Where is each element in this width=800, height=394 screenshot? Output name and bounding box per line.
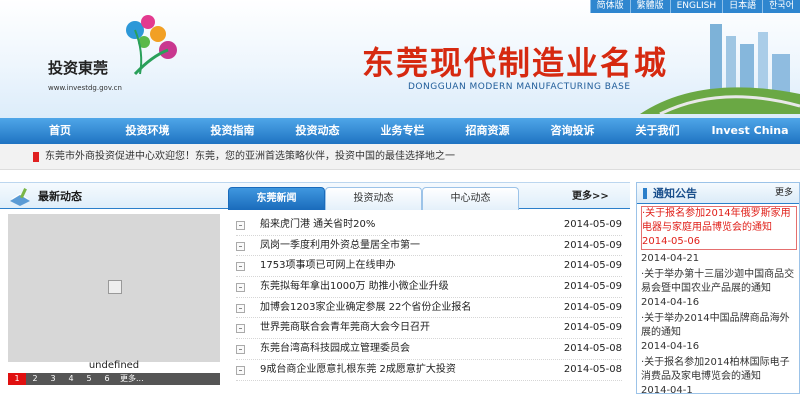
lang-traditional[interactable]: 繁體版	[629, 0, 670, 13]
notice-item[interactable]: ·关于报名参加2014柏林国际电子消费品及家电博览会的通知 2014-04-1	[641, 356, 799, 394]
book-icon	[10, 188, 30, 206]
news-item-date: 2014-05-09	[563, 281, 622, 293]
banner-slogan-en: DONGGUAN MODERN MANUFACTURING BASE	[408, 82, 631, 92]
news-item[interactable]: 东莞拟每年拿出1000万 助推小微企业升级 2014-05-09	[236, 277, 622, 298]
notice-item-date: 2014-04-1	[641, 385, 693, 394]
notice-more-link[interactable]: 更多	[775, 183, 793, 204]
broken-image-icon	[108, 280, 122, 294]
pager-page-6[interactable]: 6	[98, 373, 116, 385]
notice-item[interactable]: ·关于举办2014中国品牌商品海外展的通知 2014-04-16	[641, 312, 799, 354]
pager-page-5[interactable]: 5	[80, 373, 98, 385]
city-skyline-image	[640, 24, 800, 114]
photo-pager: 1 2 3 4 5 6 更多...	[8, 373, 220, 385]
news-item[interactable]: 1753项事项已可网上在线申办 2014-05-09	[236, 256, 622, 278]
news-item-title[interactable]: 船来虎门港 通关省时20%	[260, 215, 375, 235]
news-item-title[interactable]: 东莞台湾高科技园成立管理委员会	[260, 339, 410, 359]
nav-investment-news[interactable]: 投资动态	[275, 118, 360, 144]
news-item[interactable]: 9成台商企业愿意扎根东莞 2成愿意扩大投资 2014-05-08	[236, 360, 622, 381]
notice-item-date: 2014-04-21	[641, 253, 700, 264]
bullet-box-icon	[236, 303, 245, 313]
welcome-ticker: 东莞市外商投资促进中心欢迎您！东莞，您的亚洲首选策略伙伴，投资中国的最佳选择地之…	[0, 144, 800, 170]
news-item[interactable]: 船来虎门港 通关省时20% 2014-05-09	[236, 215, 622, 236]
pager-page-4[interactable]: 4	[62, 373, 80, 385]
bullet-box-icon	[236, 345, 245, 355]
news-item-date: 2014-05-08	[563, 363, 622, 375]
notice-item-text[interactable]: ·关于报名参加2014柏林国际电子消费品及家电博览会的通知	[641, 357, 790, 382]
news-header: 最新动态 东莞新闻 投资动态 中心动态 更多>>	[0, 182, 630, 210]
news-photo[interactable]	[8, 214, 220, 362]
notice-item-date: 2014-05-06	[642, 236, 701, 247]
logo-name: 投资東莞	[48, 59, 109, 77]
lang-korean[interactable]: 한국어	[762, 0, 800, 13]
main-nav: 首页 投资环境 投资指南 投资动态 业务专栏 招商资源 咨询投诉 关于我们 In…	[0, 118, 800, 144]
bullet-box-icon	[236, 324, 245, 334]
news-item[interactable]: 世界莞商联合会青年莞商大会今日召开 2014-05-09	[236, 318, 622, 340]
notice-item-text[interactable]: ·关于报名参加2014年俄罗斯家用电器与家庭用品博览会的通知	[642, 208, 791, 233]
news-item-title[interactable]: 东莞拟每年拿出1000万 助推小微企业升级	[260, 277, 449, 297]
bullet-box-icon	[236, 221, 245, 230]
tab-investment-news[interactable]: 投资动态	[325, 187, 422, 210]
news-item[interactable]: 凤岗一季度利用外资总量居全市第一 2014-05-09	[236, 236, 622, 257]
news-item-date: 2014-05-09	[563, 219, 622, 230]
pager-more[interactable]: 更多...	[116, 373, 144, 385]
logo-url: www.investdg.gov.cn	[48, 84, 122, 92]
notice-item-date: 2014-04-16	[641, 297, 700, 308]
bullet-box-icon	[236, 241, 245, 251]
news-item-title[interactable]: 凤岗一季度利用外资总量居全市第一	[260, 236, 420, 256]
notice-item[interactable]: 2014-04-21	[641, 252, 799, 266]
pager-page-2[interactable]: 2	[26, 373, 44, 385]
notice-marker-icon	[643, 188, 647, 199]
news-panel: 最新动态 东莞新闻 投资动态 中心动态 更多>> undefined 1 2 3…	[0, 182, 630, 394]
pager-page-3[interactable]: 3	[44, 373, 62, 385]
news-item-title[interactable]: 1753项事项已可网上在线申办	[260, 256, 395, 276]
banner-slogan: 东莞现代制造业名城	[362, 44, 669, 82]
ticker-marker-icon	[33, 152, 39, 162]
news-item-title[interactable]: 9成台商企业愿意扎根东莞 2成愿意扩大投资	[260, 360, 456, 380]
lang-english[interactable]: ENGLISH	[669, 0, 723, 13]
notice-title: 通知公告	[653, 187, 697, 200]
news-item[interactable]: 加博会1203家企业确定参展 22个省份企业报名 2014-05-09	[236, 298, 622, 319]
ticker-text: 东莞市外商投资促进中心欢迎您！东莞，您的亚洲首选策略伙伴，投资中国的最佳选择地之…	[45, 151, 455, 162]
nav-about-us[interactable]: 关于我们	[615, 118, 700, 144]
language-bar: 简体版 繁體版 ENGLISH 日本語 한국어	[589, 0, 800, 13]
bullet-box-icon	[236, 262, 245, 272]
lang-japanese[interactable]: 日本語	[722, 0, 763, 13]
news-item[interactable]: 东莞台湾高科技园成立管理委员会 2014-05-08	[236, 339, 622, 360]
nav-investment-guide[interactable]: 投资指南	[190, 118, 275, 144]
notice-panel: 通知公告 更多 ·关于报名参加2014年俄罗斯家用电器与家庭用品博览会的通知 20…	[636, 182, 800, 394]
photo-caption: undefined	[88, 360, 140, 371]
nav-home[interactable]: 首页	[15, 118, 105, 144]
nav-business-column[interactable]: 业务专栏	[360, 118, 445, 144]
news-item-title[interactable]: 加博会1203家企业确定参展 22个省份企业报名	[260, 298, 471, 318]
news-item-date: 2014-05-08	[563, 343, 622, 355]
pager-page-1[interactable]: 1	[8, 373, 26, 385]
nav-investment-resources[interactable]: 招商资源	[445, 118, 530, 144]
notice-list: ·关于报名参加2014年俄罗斯家用电器与家庭用品博览会的通知 2014-05-06…	[637, 204, 799, 394]
notice-item-date: 2014-04-16	[641, 341, 700, 352]
news-item-date: 2014-05-09	[563, 260, 622, 272]
nav-invest-china[interactable]: Invest China	[700, 118, 800, 144]
notice-item-text[interactable]: ·关于举办2014中国品牌商品海外展的通知	[641, 313, 790, 338]
tab-dongguan-news[interactable]: 东莞新闻	[228, 187, 325, 210]
bullet-box-icon	[236, 365, 245, 375]
site-logo[interactable]: 投资東莞 www.investdg.gov.cn	[40, 12, 190, 102]
lang-simplified[interactable]: 简体版	[589, 0, 630, 13]
notice-item-text[interactable]: ·关于举办第十三届沙迦中国商品交易会暨中国农业产品展的通知	[641, 269, 794, 294]
notice-item[interactable]: ·关于报名参加2014年俄罗斯家用电器与家庭用品博览会的通知 2014-05-06	[641, 206, 797, 250]
notice-item[interactable]: ·关于举办第十三届沙迦中国商品交易会暨中国农业产品展的通知 2014-04-16	[641, 268, 799, 310]
news-item-date: 2014-05-09	[563, 301, 622, 313]
news-item-date: 2014-05-09	[563, 322, 622, 334]
bullet-box-icon	[236, 283, 245, 293]
nav-investment-environment[interactable]: 投资环境	[105, 118, 190, 144]
notice-header: 通知公告 更多	[637, 183, 799, 204]
news-list: 船来虎门港 通关省时20% 2014-05-09 凤岗一季度利用外资总量居全市第一…	[236, 215, 622, 381]
nav-consult-complaint[interactable]: 咨询投诉	[530, 118, 615, 144]
news-section-title: 最新动态	[38, 190, 82, 203]
tab-center-news[interactable]: 中心动态	[422, 187, 519, 210]
news-item-title[interactable]: 世界莞商联合会青年莞商大会今日召开	[260, 318, 430, 338]
news-more-link[interactable]: 更多>>	[572, 183, 609, 210]
news-item-date: 2014-05-09	[563, 239, 622, 251]
site-header: 简体版 繁體版 ENGLISH 日本語 한국어 投资東莞 www.investd…	[0, 0, 800, 118]
